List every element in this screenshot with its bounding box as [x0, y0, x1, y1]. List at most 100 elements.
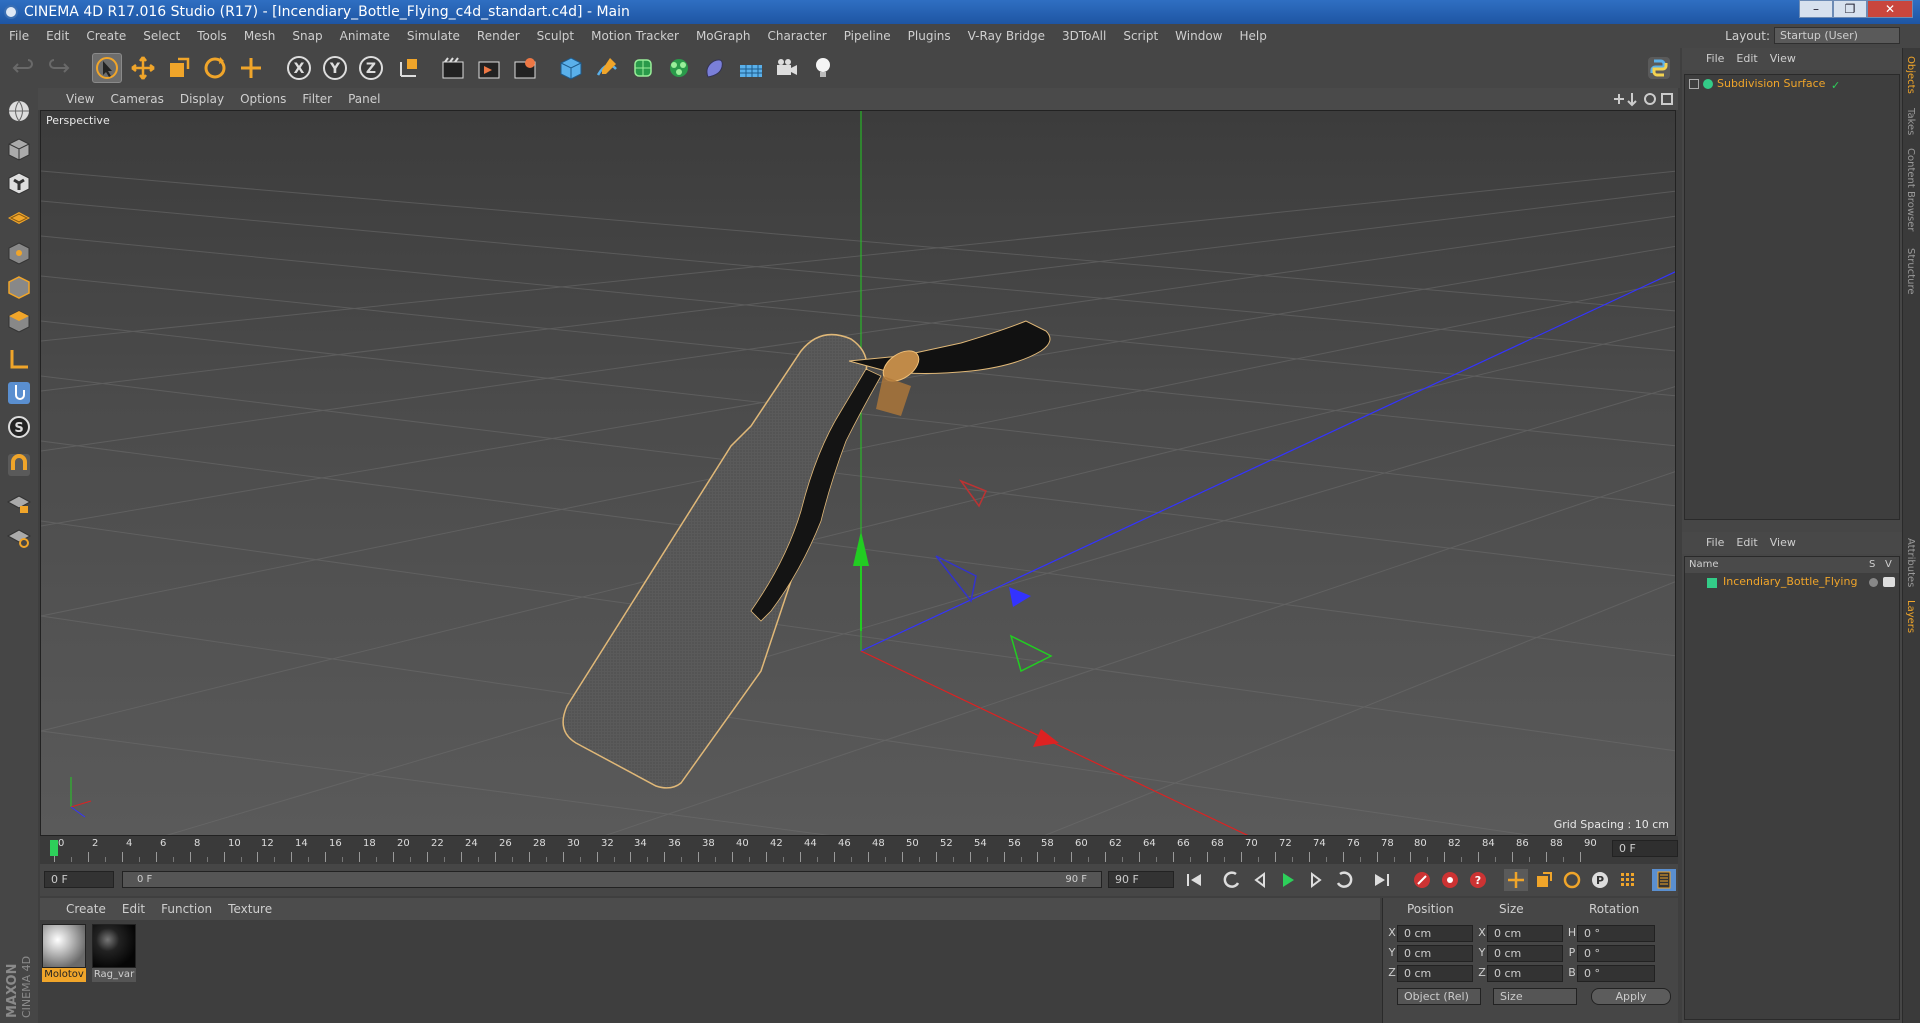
tab-takes[interactable]: Takes [1905, 108, 1916, 135]
position-key-icon[interactable] [1504, 869, 1528, 891]
menu-snap[interactable]: Snap [283, 24, 330, 48]
model-mode-icon[interactable] [3, 134, 35, 164]
menu-motion-tracker[interactable]: Motion Tracker [582, 24, 687, 48]
previous-key-icon[interactable] [1220, 869, 1244, 891]
size-x-field[interactable]: 0 cm [1487, 925, 1563, 942]
layer-color-icon[interactable] [1707, 578, 1717, 588]
layer-name[interactable]: Incendiary_Bottle_Flying [1723, 575, 1857, 588]
polygons-mode-icon[interactable] [3, 306, 35, 336]
material-menu-edit[interactable]: Edit [122, 902, 145, 916]
apply-button[interactable]: Apply [1591, 988, 1671, 1005]
python-icon[interactable] [1644, 53, 1674, 83]
workplane-icon[interactable] [3, 202, 35, 232]
bottle-object[interactable] [562, 320, 1051, 789]
render-view-icon[interactable] [438, 53, 468, 83]
rotation-b-field[interactable]: 0 ° [1577, 965, 1655, 982]
solo-icon[interactable] [1869, 578, 1878, 587]
live-select-icon[interactable] [92, 53, 122, 83]
playhead-marker[interactable] [50, 840, 58, 856]
scale-icon[interactable] [164, 53, 194, 83]
visibility-icon[interactable] [1883, 577, 1895, 587]
menu-create[interactable]: Create [77, 24, 134, 48]
material-menu-function[interactable]: Function [161, 902, 212, 916]
preview-range-slider[interactable]: 0 F 90 F [122, 871, 1102, 888]
menu-file[interactable]: File [0, 24, 37, 48]
globe-icon[interactable] [3, 96, 35, 126]
size-z-field[interactable]: 0 cm [1487, 965, 1563, 982]
enabled-check-icon[interactable]: ✓ [1831, 79, 1840, 92]
timeline-window-icon[interactable] [1652, 869, 1676, 891]
coordinate-system-icon[interactable] [394, 53, 424, 83]
rotation-h-field[interactable]: 0 ° [1577, 925, 1655, 942]
material-menu-texture[interactable]: Texture [228, 902, 272, 916]
viewport-menu-filter[interactable]: Filter [302, 92, 332, 106]
go-to-end-icon[interactable] [1370, 869, 1394, 891]
subdivision-icon[interactable] [628, 53, 658, 83]
viewport-menu-cameras[interactable]: Cameras [110, 92, 163, 106]
lock-grid-icon[interactable] [3, 488, 35, 518]
position-y-field[interactable]: 0 cm [1397, 945, 1473, 962]
floor-icon[interactable] [736, 53, 766, 83]
edges-mode-icon[interactable] [3, 272, 35, 302]
current-frame-field[interactable]: 0 F [1612, 840, 1678, 857]
next-key-icon[interactable] [1332, 869, 1356, 891]
viewport-menu-options[interactable]: Options [240, 92, 286, 106]
menu-pipeline[interactable]: Pipeline [835, 24, 899, 48]
objects-menu-view[interactable]: View [1770, 52, 1796, 65]
rotation-key-icon[interactable] [1560, 869, 1584, 891]
viewport-menu-display[interactable]: Display [180, 92, 224, 106]
menu-3dtoall[interactable]: 3DToAll [1053, 24, 1114, 48]
menu-help[interactable]: Help [1230, 24, 1274, 48]
snap-icon[interactable]: S [3, 412, 35, 442]
tab-layers[interactable]: Layers [1905, 600, 1916, 633]
x-axis-icon[interactable]: X [284, 53, 314, 83]
rotation-p-field[interactable]: 0 ° [1577, 945, 1655, 962]
object-name[interactable]: Subdivision Surface [1717, 77, 1825, 90]
y-axis-icon[interactable]: Y [320, 53, 350, 83]
menu-mograph[interactable]: MoGraph [687, 24, 759, 48]
rotate-icon[interactable] [200, 53, 230, 83]
tab-attributes[interactable]: Attributes [1905, 538, 1916, 587]
layers-menu-file[interactable]: File [1706, 536, 1724, 549]
menu-plugins[interactable]: Plugins [899, 24, 959, 48]
parameter-key-icon[interactable]: P [1588, 869, 1612, 891]
expand-toggle-icon[interactable] [1689, 79, 1699, 89]
axis-mode-icon[interactable] [3, 344, 35, 374]
perspective-viewport[interactable]: Perspective Grid Spacing : 10 cm [40, 110, 1676, 836]
material-swatch[interactable]: Molotov [42, 924, 86, 982]
pla-key-icon[interactable] [1616, 869, 1640, 891]
pen-icon[interactable] [592, 53, 622, 83]
layers-menu-edit[interactable]: Edit [1736, 536, 1757, 549]
menu-window[interactable]: Window [1166, 24, 1230, 48]
menu-character[interactable]: Character [758, 24, 834, 48]
redo-icon[interactable] [44, 53, 74, 83]
menu-simulate[interactable]: Simulate [398, 24, 468, 48]
tweak-mode-icon[interactable] [3, 378, 35, 408]
refresh-grid-icon[interactable] [3, 522, 35, 552]
viewport-nav-icons[interactable] [1610, 91, 1674, 107]
material-menu-create[interactable]: Create [66, 902, 106, 916]
transform-gizmo[interactable] [853, 479, 1059, 747]
layers-menu-view[interactable]: View [1770, 536, 1796, 549]
magnet-icon[interactable] [3, 450, 35, 480]
layout-dropdown[interactable]: Startup (User) [1774, 27, 1900, 44]
camera-icon[interactable] [772, 53, 802, 83]
z-axis-icon[interactable]: Z [356, 53, 386, 83]
size-mode-dropdown[interactable]: Size [1493, 988, 1577, 1005]
menu-edit[interactable]: Edit [37, 24, 77, 48]
menu-animate[interactable]: Animate [331, 24, 398, 48]
material-swatch[interactable]: Rag_var [92, 924, 136, 982]
render-settings-icon[interactable] [510, 53, 540, 83]
cloner-icon[interactable] [664, 53, 694, 83]
timeline-ruler[interactable]: 0 2 4 6 8 10 12 14 16 18 20 22 24 26 28 30 32 34 36 38 40 42 4… [40, 836, 1678, 864]
menu-sculpt[interactable]: Sculpt [528, 24, 582, 48]
menu-vray-bridge[interactable]: V-Ray Bridge [959, 24, 1053, 48]
keyframe-selection-icon[interactable]: ? [1466, 869, 1490, 891]
render-picture-viewer-icon[interactable] [474, 53, 504, 83]
menu-mesh[interactable]: Mesh [235, 24, 284, 48]
menu-render[interactable]: Render [468, 24, 528, 48]
maximize-button[interactable]: ❐ [1833, 0, 1867, 18]
start-frame-field[interactable]: 0 F [44, 871, 114, 888]
play-icon[interactable] [1276, 869, 1300, 891]
minimize-button[interactable]: – [1799, 0, 1833, 18]
